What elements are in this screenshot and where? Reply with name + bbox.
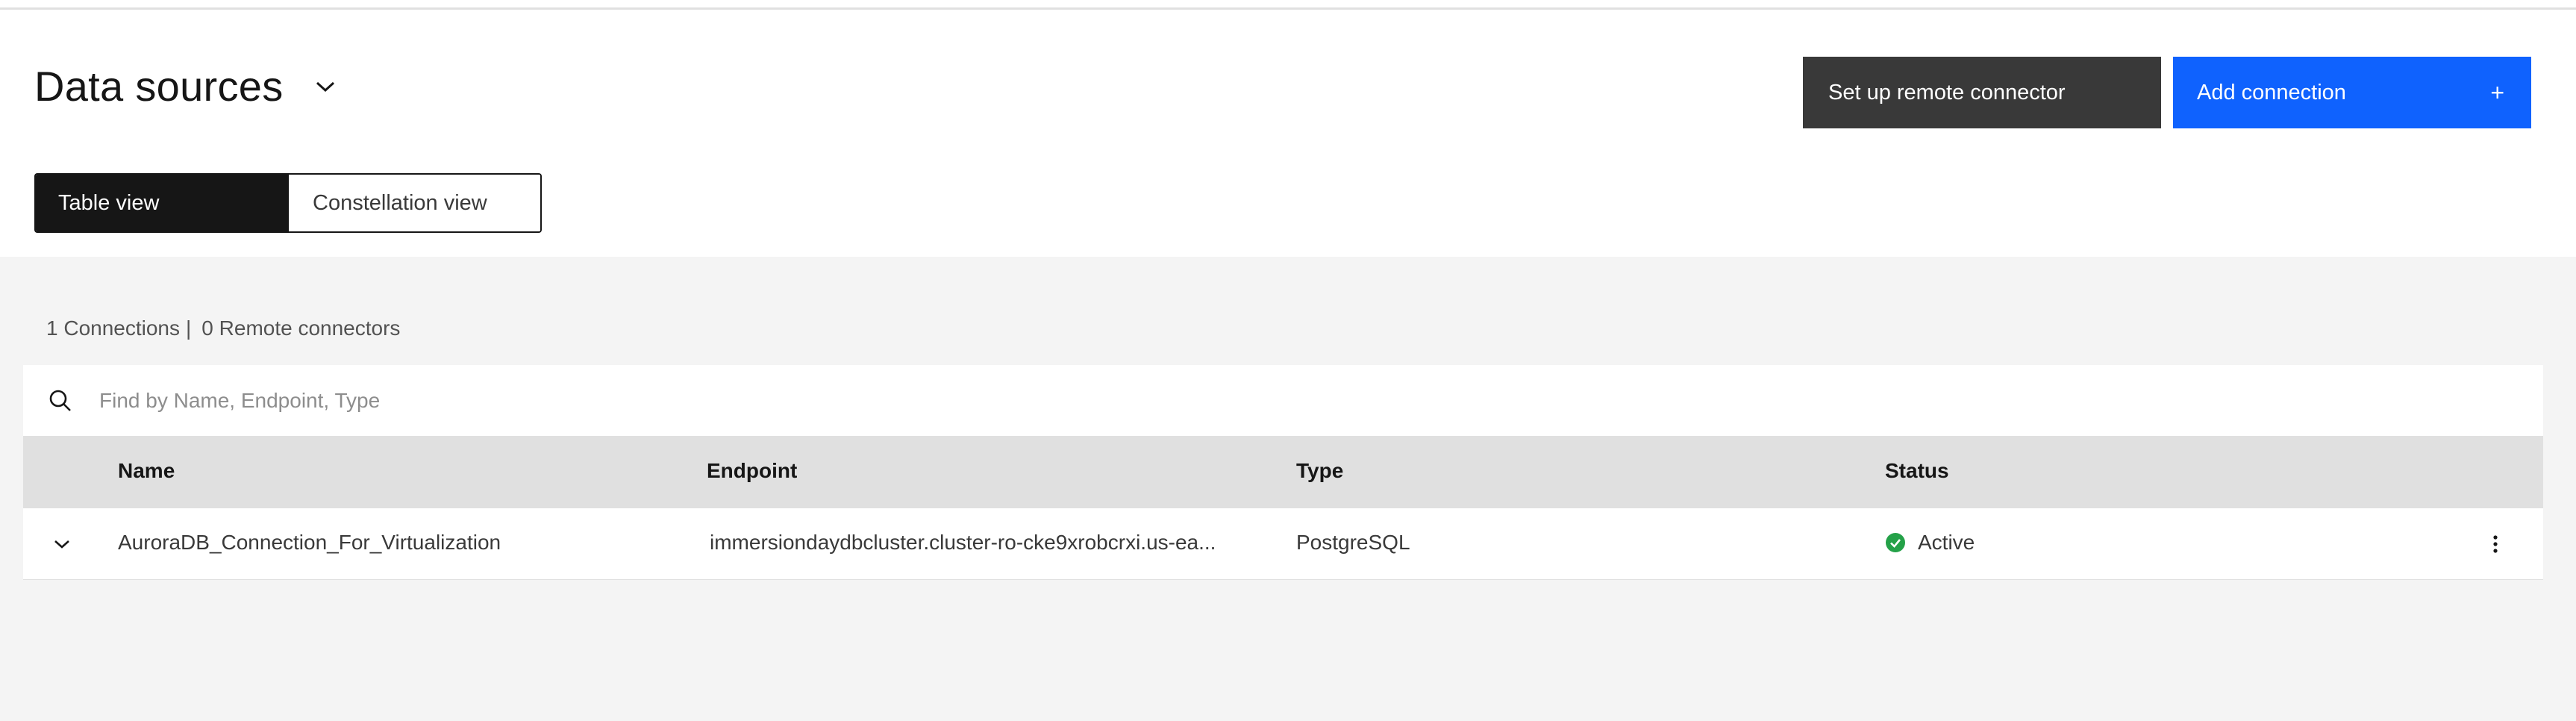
connection-endpoint: immersiondaydbcluster.cluster-ro-cke9xro…	[710, 531, 1216, 554]
plus-icon: +	[2490, 78, 2504, 106]
connection-summary: 1 Connections | 0 Remote connectors	[46, 316, 400, 340]
table-row: AuroraDB_Connection_For_Virtualization i…	[23, 508, 2543, 580]
view-switcher: Table view Constellation view	[34, 173, 542, 233]
chevron-down-icon[interactable]	[312, 73, 339, 100]
search-icon	[46, 386, 75, 416]
status-label: Active	[1918, 531, 1975, 554]
column-header-type[interactable]: Type	[1296, 459, 1343, 483]
connection-name[interactable]: AuroraDB_Connection_For_Virtualization	[118, 531, 501, 555]
table-header-row: Name Endpoint Type Status	[23, 437, 2543, 508]
constellation-view-label: Constellation view	[313, 190, 487, 215]
page-title: Data sources	[34, 63, 284, 110]
connections-count: 1 Connections	[46, 316, 181, 340]
table-view-label: Table view	[58, 190, 160, 215]
column-header-status[interactable]: Status	[1885, 459, 1949, 483]
table-search	[23, 365, 2543, 437]
content-area: 1 Connections | 0 Remote connectors Name…	[0, 257, 2576, 721]
remote-connectors-count: 0 Remote connectors	[201, 316, 401, 340]
connections-table: Name Endpoint Type Status AuroraDB_Conne…	[23, 365, 2543, 580]
setup-remote-connector-label: Set up remote connector	[1828, 80, 2066, 104]
column-header-endpoint[interactable]: Endpoint	[707, 459, 797, 483]
page-header: Data sources Set up remote connector Add…	[0, 10, 2576, 257]
chevron-down-icon[interactable]	[47, 529, 77, 559]
overflow-menu-vertical-icon[interactable]	[2480, 529, 2510, 559]
add-connection-label: Add connection	[2197, 80, 2346, 104]
add-connection-button[interactable]: Add connection +	[2173, 57, 2531, 128]
checkmark-filled-icon	[1885, 532, 1906, 553]
column-header-name[interactable]: Name	[118, 459, 175, 483]
title-group: Data sources	[34, 62, 339, 110]
setup-remote-connector-button[interactable]: Set up remote connector	[1803, 57, 2161, 128]
connection-type: PostgreSQL	[1296, 531, 1410, 554]
connection-status: Active	[1885, 531, 1975, 555]
summary-separator: |	[186, 316, 192, 340]
constellation-view-tab[interactable]: Constellation view	[288, 175, 540, 231]
search-input[interactable]	[99, 388, 1442, 413]
table-view-tab[interactable]: Table view	[36, 175, 288, 231]
